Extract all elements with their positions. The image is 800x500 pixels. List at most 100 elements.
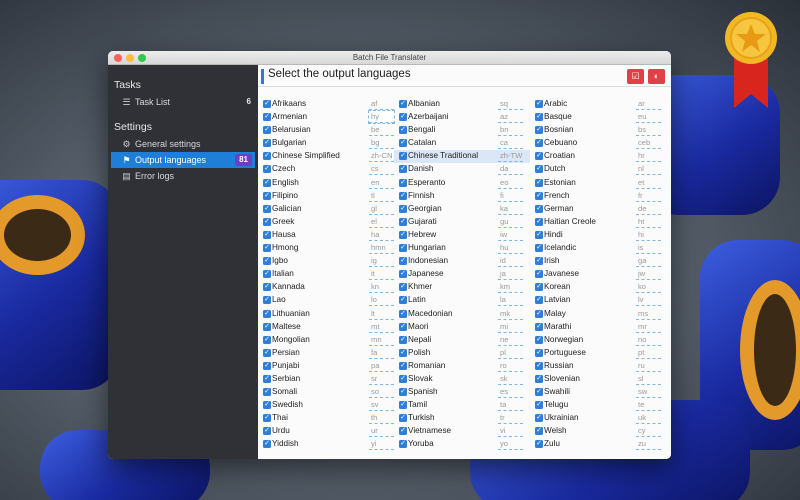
- language-code-field[interactable]: mt: [369, 321, 394, 333]
- language-code-field[interactable]: jw: [636, 268, 661, 281]
- language-code-field[interactable]: lt: [369, 308, 394, 320]
- language-row[interactable]: ✓ Bengali bn: [394, 124, 530, 137]
- language-row[interactable]: ✓ Marathi mr: [530, 321, 671, 334]
- language-row[interactable]: ✓ Georgian ka: [394, 203, 530, 216]
- language-row[interactable]: ✓ Armenian hy: [258, 110, 395, 125]
- language-code-field[interactable]: iw: [498, 229, 523, 241]
- language-code-field[interactable]: ja: [498, 268, 523, 281]
- language-checkbox[interactable]: ✓: [535, 440, 543, 449]
- language-row[interactable]: ✓ Welsh cy: [530, 425, 671, 438]
- sidebar-item-task-list[interactable]: ☰ Task List 6: [111, 94, 255, 110]
- language-row[interactable]: ✓ Urdu ur: [258, 425, 394, 438]
- language-code-field[interactable]: so: [369, 386, 394, 399]
- language-row[interactable]: ✓ Slovak sk: [394, 373, 530, 386]
- language-row[interactable]: ✓ Mongolian mn: [258, 334, 394, 347]
- language-row[interactable]: ✓ Hungarian hu: [394, 242, 530, 255]
- language-row[interactable]: ✓ Chinese Traditional zh-TW: [394, 150, 530, 164]
- language-row[interactable]: ✓ Basque eu: [530, 111, 671, 124]
- minimize-button[interactable]: [126, 54, 134, 62]
- language-code-field[interactable]: mk: [498, 308, 523, 320]
- language-checkbox[interactable]: ✓: [399, 204, 407, 213]
- language-checkbox[interactable]: ✓: [399, 244, 407, 253]
- language-row[interactable]: ✓ Tamil ta: [394, 399, 530, 412]
- language-code-field[interactable]: kn: [369, 281, 394, 294]
- language-code-field[interactable]: ha: [369, 229, 394, 241]
- language-checkbox[interactable]: ✓: [399, 178, 407, 187]
- language-checkbox[interactable]: ✓: [263, 204, 271, 213]
- language-row[interactable]: ✓ Estonian et: [530, 177, 671, 190]
- language-row[interactable]: ✓ Hindi hi: [530, 229, 671, 242]
- language-row[interactable]: ✓ Latvian lv: [530, 294, 671, 307]
- language-code-field[interactable]: ht: [636, 216, 661, 228]
- language-code-field[interactable]: nl: [636, 163, 661, 176]
- language-row[interactable]: ✓ Italian it: [258, 268, 394, 281]
- language-checkbox[interactable]: ✓: [535, 348, 543, 357]
- language-checkbox[interactable]: ✓: [263, 270, 271, 279]
- language-row[interactable]: ✓ Romanian ro: [394, 360, 530, 373]
- language-row[interactable]: ✓ Bulgarian bg: [258, 137, 394, 150]
- language-checkbox[interactable]: ✓: [263, 414, 271, 423]
- language-code-field[interactable]: ka: [498, 203, 523, 215]
- language-code-field[interactable]: eu: [636, 111, 661, 124]
- language-code-field[interactable]: la: [498, 294, 523, 307]
- language-checkbox[interactable]: ✓: [263, 139, 271, 148]
- language-code-field[interactable]: pt: [636, 347, 661, 359]
- language-code-field[interactable]: fi: [498, 190, 523, 202]
- language-checkbox[interactable]: ✓: [263, 374, 271, 383]
- language-checkbox[interactable]: ✓: [263, 388, 271, 397]
- language-code-field[interactable]: af: [369, 98, 394, 110]
- language-code-field[interactable]: da: [498, 163, 523, 176]
- language-row[interactable]: ✓ Hausa ha: [258, 229, 394, 242]
- language-code-field[interactable]: id: [498, 255, 523, 268]
- language-code-field[interactable]: th: [369, 412, 394, 425]
- language-code-field[interactable]: pl: [498, 347, 523, 359]
- language-checkbox[interactable]: ✓: [263, 361, 271, 370]
- language-row[interactable]: ✓ Chinese Simplified zh-CN: [258, 150, 394, 163]
- language-row[interactable]: ✓ Norwegian no: [530, 334, 671, 347]
- language-code-field[interactable]: zu: [636, 438, 661, 451]
- language-checkbox[interactable]: ✓: [535, 257, 543, 266]
- language-code-field[interactable]: gl: [369, 203, 394, 215]
- language-code-field[interactable]: bn: [498, 124, 523, 137]
- language-code-field[interactable]: pa: [369, 360, 394, 372]
- language-code-field[interactable]: bg: [369, 137, 394, 150]
- language-checkbox[interactable]: ✓: [263, 296, 271, 305]
- language-checkbox[interactable]: ✓: [535, 191, 543, 200]
- language-code-field[interactable]: no: [636, 334, 661, 346]
- language-code-field[interactable]: fa: [369, 347, 394, 359]
- language-row[interactable]: ✓ Bosnian bs: [530, 124, 671, 137]
- language-checkbox[interactable]: ✓: [535, 414, 543, 423]
- language-code-field[interactable]: lv: [636, 294, 661, 307]
- language-row[interactable]: ✓ Dutch nl: [530, 163, 671, 176]
- language-code-field[interactable]: zh-CN: [369, 150, 394, 163]
- language-code-field[interactable]: km: [498, 281, 523, 294]
- language-row[interactable]: ✓ Igbo ig: [258, 255, 394, 268]
- language-checkbox[interactable]: ✓: [399, 113, 407, 122]
- language-code-field[interactable]: gu: [498, 216, 523, 228]
- language-row[interactable]: ✓ Persian fa: [258, 347, 394, 360]
- language-checkbox[interactable]: ✓: [399, 309, 407, 318]
- language-row[interactable]: ✓ Azerbaijani az: [394, 111, 530, 124]
- language-row[interactable]: ✓ Greek el: [258, 216, 394, 229]
- language-row[interactable]: ✓ Albanian sq: [394, 98, 530, 111]
- language-code-field[interactable]: ms: [636, 308, 661, 320]
- language-code-field[interactable]: is: [636, 242, 661, 255]
- language-code-field[interactable]: yi: [369, 438, 394, 451]
- language-checkbox[interactable]: ✓: [535, 204, 543, 213]
- language-row[interactable]: ✓ Belarusian be: [258, 124, 394, 137]
- language-row[interactable]: ✓ Kannada kn: [258, 281, 394, 294]
- language-checkbox[interactable]: ✓: [535, 178, 543, 187]
- language-row[interactable]: ✓ Javanese jw: [530, 268, 671, 281]
- language-code-field[interactable]: ga: [636, 255, 661, 268]
- language-code-field[interactable]: hr: [636, 150, 661, 163]
- language-code-field[interactable]: ig: [369, 255, 394, 268]
- language-code-field[interactable]: zh-TW: [498, 150, 523, 163]
- language-checkbox[interactable]: ✓: [535, 152, 543, 161]
- sidebar-item-output-languages[interactable]: ⚑ Output languages 81: [111, 152, 255, 168]
- language-checkbox[interactable]: ✓: [263, 217, 271, 226]
- language-code-field[interactable]: cs: [369, 163, 394, 176]
- language-row[interactable]: ✓ Hmong hmn: [258, 242, 394, 255]
- language-checkbox[interactable]: ✓: [535, 388, 543, 397]
- language-checkbox[interactable]: ✓: [263, 191, 271, 200]
- language-code-field[interactable]: yo: [498, 438, 523, 451]
